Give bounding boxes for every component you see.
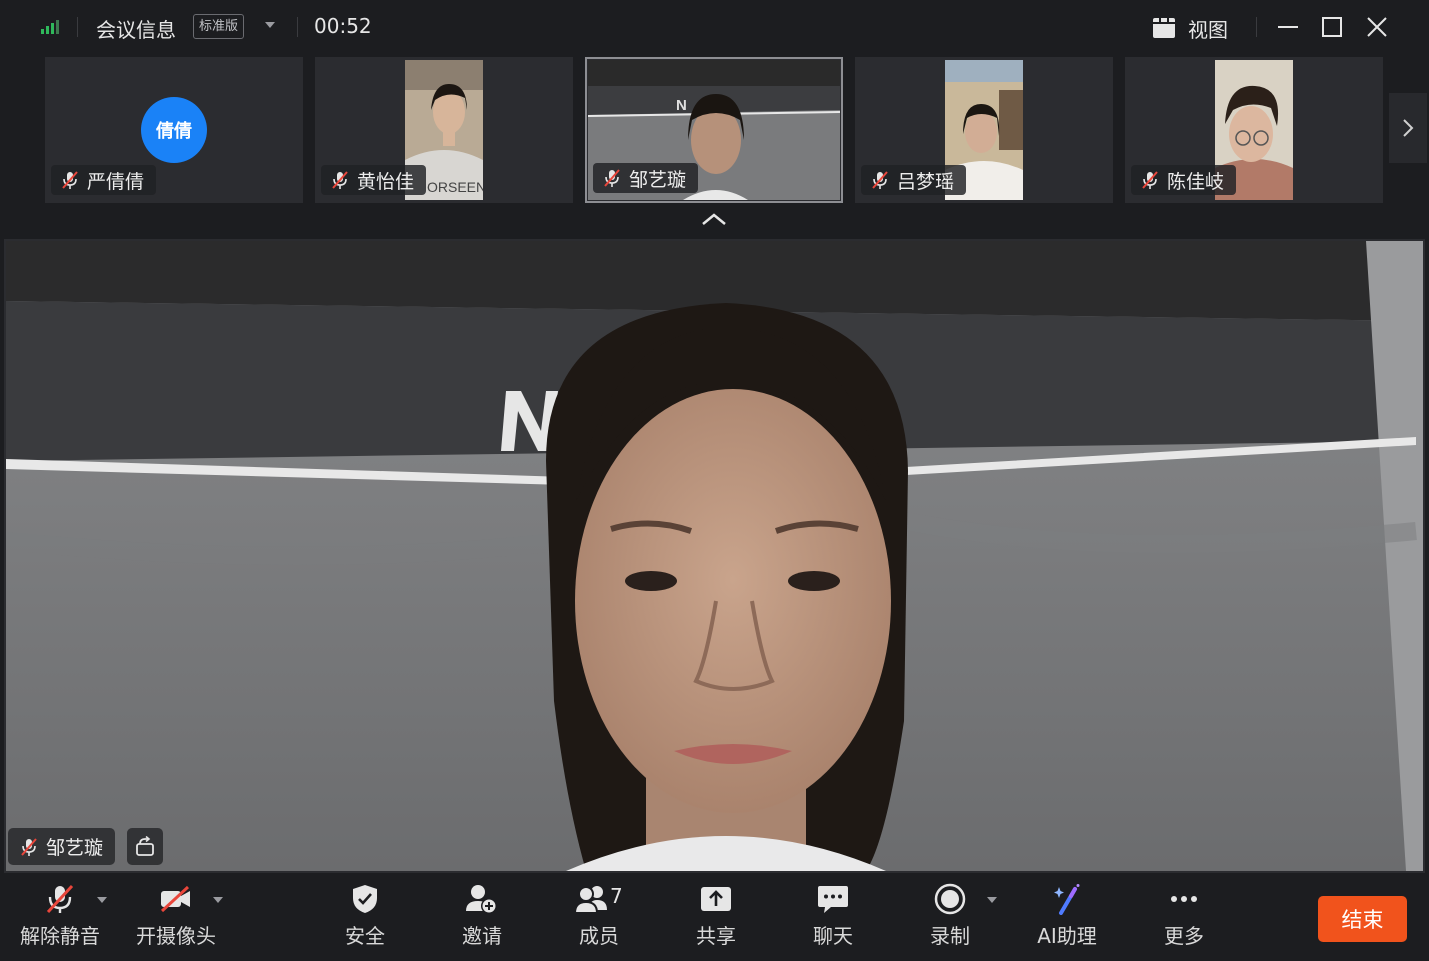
next-page-button[interactable] [1389,93,1427,163]
view-label: 视图 [1188,17,1228,42]
close-icon[interactable] [1362,12,1392,42]
more-label: 更多 [1164,924,1204,948]
shield-icon [353,885,377,913]
ai-assistant-label: AI助理 [1037,924,1097,948]
record-icon [934,883,966,915]
participant-tile[interactable]: ORSEEN 黄怡佳 [315,57,573,203]
meeting-toolbar: 解除静音 开摄像头 安全 邀请 7 成员 共享 聊天 录制 AI助理 更多 [0,874,1429,961]
participant-name-tag: 陈佳岐 [1131,165,1237,195]
chevron-down-icon[interactable] [212,896,224,904]
record-label: 录制 [930,924,970,948]
chevron-right-icon [1403,119,1414,137]
edition-badge: 标准版 [193,14,245,39]
unmute-label: 解除静音 [20,924,100,948]
avatar: 倩倩 [141,97,207,163]
view-button[interactable]: 视图 [1152,12,1228,44]
members-count: 7 [610,884,623,908]
participant-name-tag: 严倩倩 [51,165,157,195]
mic-muted-icon [21,837,37,856]
chevron-down-icon[interactable] [263,18,277,32]
ai-wand-icon [1054,884,1080,915]
rotate-video-button[interactable] [127,828,163,865]
maximize-icon[interactable] [1317,12,1347,42]
main-video[interactable] [4,239,1425,873]
mic-muted-icon [62,171,78,189]
share-button[interactable]: 共享 [676,874,756,961]
mic-muted-icon [604,169,620,187]
invite-button[interactable]: 邀请 [442,874,522,961]
participant-name-tag: 吕梦瑶 [861,165,967,195]
participant-name: 吕梦瑶 [897,170,955,193]
end-meeting-button[interactable]: 结束 [1318,896,1407,942]
security-button[interactable]: 安全 [325,874,405,961]
participant-tile-active[interactable]: N 邹艺璇 [585,57,843,203]
members-button[interactable]: 7 成员 [559,874,639,961]
chat-icon [818,886,848,913]
start-video-label: 开摄像头 [136,924,216,948]
security-label: 安全 [345,924,385,948]
mic-muted-icon [872,171,888,189]
chevron-down-icon[interactable] [986,896,998,904]
participant-name: 陈佳岐 [1167,170,1225,193]
unmute-button[interactable]: 解除静音 [20,874,107,961]
chat-button[interactable]: 聊天 [793,874,873,961]
invite-label: 邀请 [462,924,502,948]
more-icon [1171,896,1197,902]
participant-tile[interactable]: 倩倩 严倩倩 [45,57,303,203]
svg-text:N: N [676,97,687,114]
rotate-icon [136,835,154,856]
view-grid-icon [1153,18,1175,38]
start-video-button[interactable]: 开摄像头 [136,874,223,961]
minimize-icon[interactable] [1273,12,1303,42]
speaker-name: 邹艺璇 [46,837,104,859]
share-icon [701,887,731,911]
participant-name: 黄怡佳 [357,170,415,193]
mic-muted-icon [1142,171,1158,189]
share-label: 共享 [696,924,736,948]
more-button[interactable]: 更多 [1144,874,1224,961]
participant-name-tag: 黄怡佳 [321,165,427,195]
members-icon [575,886,607,914]
participant-name-tag: 邹艺璇 [593,163,699,193]
speaker-video-frame [6,241,1423,871]
participant-name: 邹艺璇 [629,168,687,191]
speaker-name-tag: 邹艺璇 [8,828,116,865]
meeting-info-button[interactable]: 会议信息 [96,14,176,43]
chevron-down-icon[interactable] [96,896,108,904]
add-user-icon [466,885,497,914]
chat-label: 聊天 [813,924,853,948]
svg-text:ORSEEN: ORSEEN [427,179,483,195]
mic-muted-icon [332,171,348,189]
record-button[interactable]: 录制 [910,874,997,961]
separator [297,17,298,37]
participant-tile[interactable]: 吕梦瑶 [855,57,1113,203]
title-bar: 会议信息 标准版 00:52 视图 [0,0,1429,55]
signal-icon [41,20,59,34]
participant-tile[interactable]: 陈佳岐 [1125,57,1383,203]
separator [1256,17,1257,37]
mic-muted-icon [46,884,74,914]
participant-name: 严倩倩 [87,170,145,193]
separator [77,17,78,37]
camera-off-icon [160,885,190,913]
ai-assistant-button[interactable]: AI助理 [1027,874,1107,961]
meeting-timer: 00:52 [314,14,372,38]
chevron-up-icon[interactable] [700,210,728,228]
members-label: 成员 [579,924,619,948]
